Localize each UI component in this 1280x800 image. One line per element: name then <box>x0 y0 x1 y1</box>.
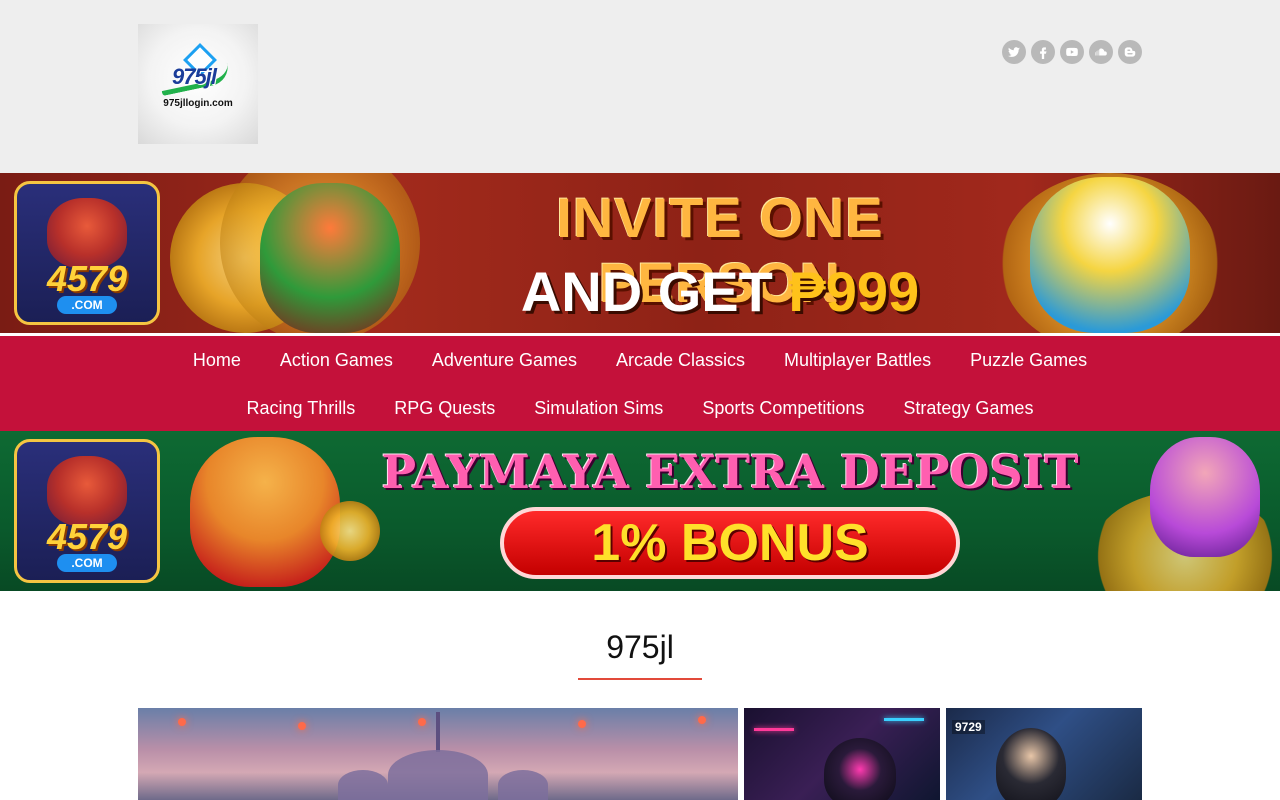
banner2-headline: PAYMAYA EXTRA DEPOSIT <box>381 445 1079 499</box>
neon-light <box>754 728 794 731</box>
nav-item-arcade-classics[interactable]: Arcade Classics <box>616 350 745 371</box>
twitter-icon[interactable] <box>1002 40 1026 64</box>
lamp <box>578 720 586 728</box>
logo-text: 975jl <box>172 64 217 89</box>
gamer-figure <box>824 738 896 800</box>
lamp <box>698 716 706 724</box>
brand-number: 4579 <box>46 258 128 299</box>
site-header: 975jl 975jllogin.com <box>0 0 1280 173</box>
banner-subline-prefix: AND GET <box>520 260 789 323</box>
nav-item-multiplayer-battles[interactable]: Multiplayer Battles <box>784 350 931 371</box>
vr-gamer-figure <box>996 728 1066 800</box>
brand-badge-2: 4579 .COM <box>14 439 160 583</box>
facebook-icon[interactable] <box>1031 40 1055 64</box>
featured-post-small-1[interactable] <box>744 708 940 800</box>
featured-post-small-2[interactable]: 9729 <box>946 708 1142 800</box>
page-title: 975jl <box>578 629 702 680</box>
nav-item-sports-competitions[interactable]: Sports Competitions <box>702 398 864 419</box>
featured-post-large[interactable] <box>138 708 738 800</box>
palace-dome <box>388 750 488 800</box>
neon-light <box>884 718 924 721</box>
invite-promo-banner[interactable]: 4579 .COM INVITE ONE PERSON AND GET ₱999 <box>0 173 1280 333</box>
lamp <box>178 718 186 726</box>
spire <box>436 712 440 752</box>
pig-character <box>1150 437 1260 557</box>
nav-item-puzzle-games[interactable]: Puzzle Games <box>970 350 1087 371</box>
section-title: 975jl <box>0 629 1280 680</box>
social-links <box>1002 40 1142 64</box>
nav-row-2: Racing Thrills RPG Quests Simulation Sim… <box>0 384 1280 432</box>
lamp <box>298 722 306 730</box>
nav-item-action-games[interactable]: Action Games <box>280 350 393 371</box>
brand-badge: 4579 .COM <box>14 181 160 325</box>
lamp <box>418 718 426 726</box>
youtube-icon[interactable] <box>1060 40 1084 64</box>
nav-item-home[interactable]: Home <box>193 350 241 371</box>
leprechaun-character <box>260 183 400 333</box>
logo-url: 975jllogin.com <box>163 98 233 109</box>
palace-dome <box>338 770 388 800</box>
nav-item-racing-thrills[interactable]: Racing Thrills <box>247 398 356 419</box>
main-nav: Home Action Games Adventure Games Arcade… <box>0 333 1280 431</box>
palace-dome <box>498 770 548 800</box>
banner-subline: AND GET ₱999 <box>470 259 970 324</box>
brand-suffix: .COM <box>57 296 117 314</box>
paymaya-promo-banner[interactable]: 4579 .COM PAYMAYA EXTRA DEPOSIT 1% BONUS <box>0 431 1280 591</box>
nav-item-rpg-quests[interactable]: RPG Quests <box>394 398 495 419</box>
blogger-icon[interactable] <box>1118 40 1142 64</box>
tiger-character <box>190 437 340 587</box>
panda-character <box>1030 177 1190 333</box>
nav-row-1: Home Action Games Adventure Games Arcade… <box>0 336 1280 384</box>
soundcloud-icon[interactable] <box>1089 40 1113 64</box>
nav-item-simulation-sims[interactable]: Simulation Sims <box>534 398 663 419</box>
featured-posts: 9729 <box>138 708 1142 800</box>
brand-suffix-2: .COM <box>57 554 117 572</box>
nav-item-adventure-games[interactable]: Adventure Games <box>432 350 577 371</box>
gold-coins-tiger <box>320 501 380 561</box>
post-tag: 9729 <box>952 720 985 734</box>
site-logo[interactable]: 975jl 975jllogin.com <box>138 24 258 144</box>
bonus-pill: 1% BONUS <box>500 507 960 579</box>
nav-item-strategy-games[interactable]: Strategy Games <box>903 398 1033 419</box>
brand-number-2: 4579 <box>46 516 128 557</box>
banner-amount: ₱999 <box>788 260 920 323</box>
